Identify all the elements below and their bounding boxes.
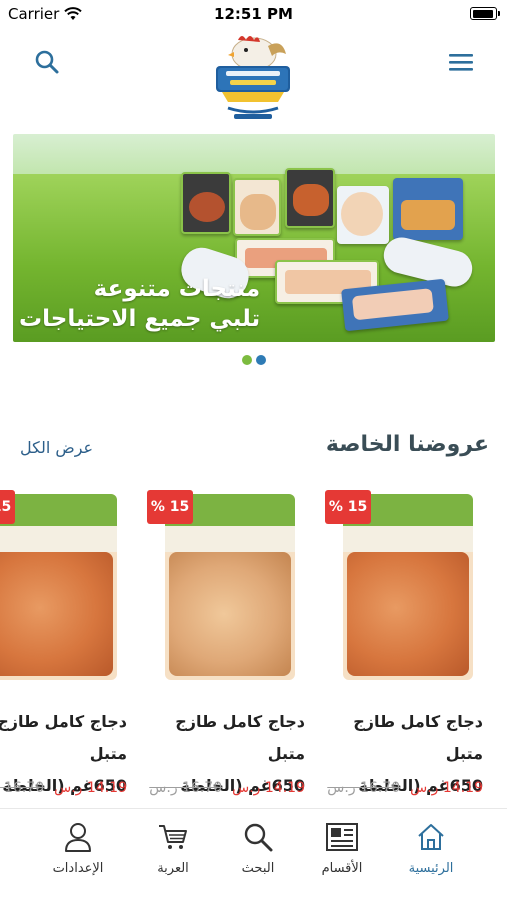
banner-product-pack xyxy=(181,172,231,234)
product-card[interactable]: 15 % دجاج كامل طازج متبل 650غم (الخلطة 1… xyxy=(325,490,485,810)
battery-icon xyxy=(470,7,500,20)
price-row: 14.19 ر.س 16.70 ر.س xyxy=(0,780,127,796)
price-row: 14.19 ر.س 16.70 ر.س xyxy=(135,780,305,796)
discount-badge: 15 % xyxy=(325,490,371,524)
product-image xyxy=(0,494,117,680)
product-name-line1: دجاج كامل طازج متبل xyxy=(353,712,483,763)
pagination-dot[interactable] xyxy=(241,355,252,365)
product-price: 14.19 ر.س xyxy=(410,780,483,796)
tab-categories-label: الأقسام xyxy=(321,861,363,876)
product-old-price: 16.70 ر.س xyxy=(327,780,401,796)
tab-home[interactable]: الرئيسية xyxy=(391,819,471,889)
bottom-tab-bar: الرئيسية الأقسام البحث العربة الإعدادات xyxy=(0,808,507,900)
banner-product-pack xyxy=(285,168,335,228)
price-row: 14.19 ر.س 16.70 ر.س xyxy=(313,780,483,796)
tab-cart-label: العربة xyxy=(157,861,189,876)
header-menu-button[interactable] xyxy=(441,42,481,82)
tab-settings-label: الإعدادات xyxy=(52,861,104,876)
banner-product-pack xyxy=(393,178,463,240)
banner-line2: تلبي جميع الاحتياجات xyxy=(19,306,261,332)
pagination-dot-active[interactable] xyxy=(255,355,266,365)
banner-line1: منتجات متنوعة xyxy=(93,276,261,302)
cart-icon xyxy=(155,819,191,855)
tab-cart[interactable]: العربة xyxy=(133,819,213,889)
tab-search[interactable]: البحث xyxy=(218,819,298,889)
product-price: 14.19 ر.س xyxy=(54,780,127,796)
brand-logo xyxy=(216,36,290,119)
product-price: 14.19 ر.س xyxy=(232,780,305,796)
tab-settings[interactable]: الإعدادات xyxy=(38,819,118,889)
tab-categories[interactable]: الأقسام xyxy=(302,819,382,889)
product-card[interactable]: 15 % دجاج كامل طازج متبل 650غم (الخلطة 1… xyxy=(147,490,307,810)
search-icon xyxy=(35,50,59,74)
view-all-link[interactable]: عرض الكل xyxy=(20,438,93,457)
search-icon xyxy=(240,819,276,855)
banner-product-pack xyxy=(233,178,281,236)
hamburger-menu-icon xyxy=(449,54,473,71)
product-old-price: 16.70 ر.س xyxy=(149,780,223,796)
app-header xyxy=(0,30,507,130)
product-card[interactable]: 15 % دجاج كامل طازج متبل 650غم (الخلطة ا… xyxy=(0,490,129,810)
product-name-line1: دجاج كامل طازج متبل xyxy=(175,712,305,763)
categories-icon xyxy=(324,819,360,855)
banner-pagination xyxy=(0,355,507,365)
discount-badge: 15 % xyxy=(147,490,193,524)
banner-product-pack xyxy=(337,186,389,244)
user-icon xyxy=(60,819,96,855)
special-offers-title: عروضنا الخاصة xyxy=(325,432,489,457)
discount-badge: 15 % xyxy=(0,490,15,524)
home-icon xyxy=(413,819,449,855)
product-old-price: 16.70 ر.س xyxy=(0,780,45,796)
promo-banner[interactable]: منتجات متنوعة تلبي جميع الاحتياجات xyxy=(13,134,495,342)
offers-carousel[interactable]: 15 % دجاج كامل طازج متبل 650غم (الخلطة 1… xyxy=(0,490,507,810)
tab-search-label: البحث xyxy=(241,861,275,876)
tab-home-label: الرئيسية xyxy=(408,861,454,876)
header-search-button[interactable] xyxy=(27,42,67,82)
product-name-line1: دجاج كامل طازج متبل xyxy=(0,712,127,763)
status-bar: Carrier 12:51 PM xyxy=(0,0,507,30)
status-time: 12:51 PM xyxy=(214,5,293,23)
banner-text: منتجات متنوعة تلبي جميع الاحتياجات xyxy=(19,274,260,334)
